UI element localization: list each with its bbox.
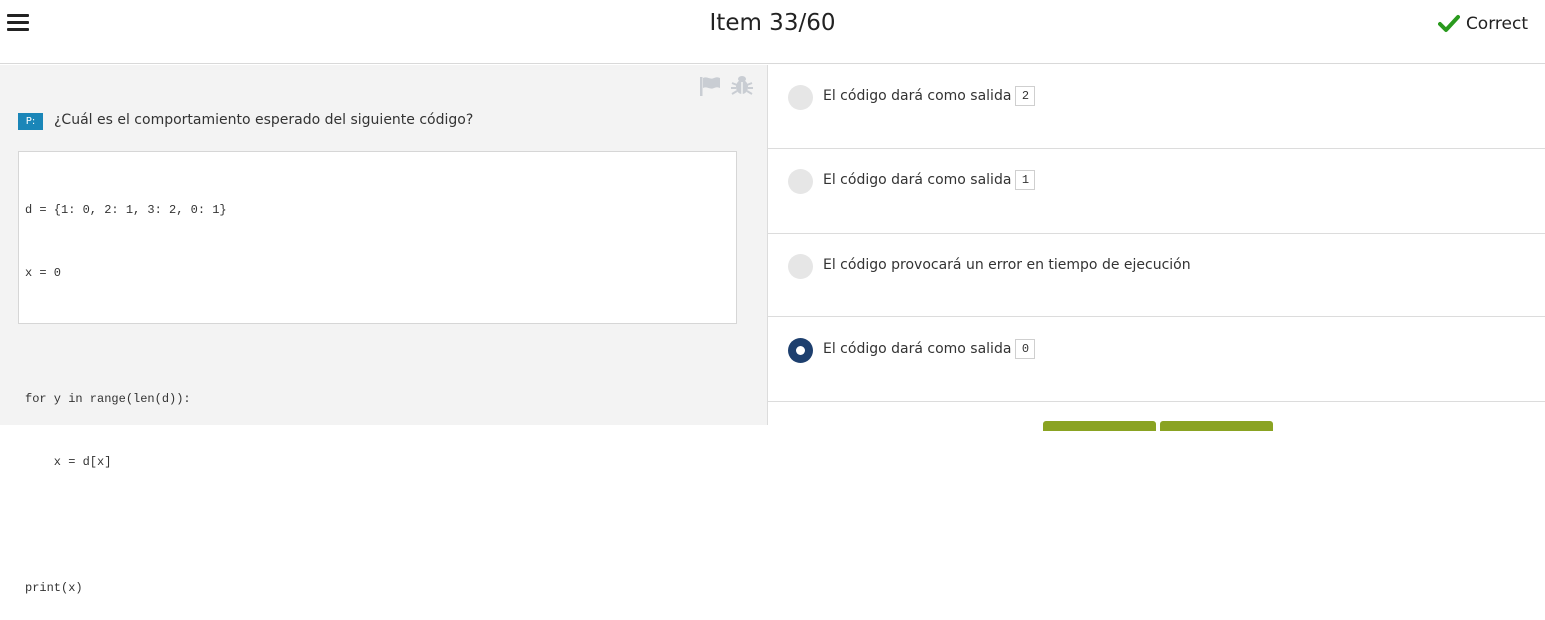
code-line: for y in range(len(d)):	[25, 392, 191, 406]
checkmark-icon	[1437, 15, 1460, 32]
code-value: 1	[1015, 170, 1036, 190]
action-button-2[interactable]	[1160, 421, 1273, 431]
code-block: d = {1: 0, 2: 1, 3: 2, 0: 1} x = 0 for y…	[18, 151, 737, 595]
question-badge: P:	[18, 113, 43, 130]
code-line: print(x)	[25, 581, 83, 595]
radio-button-selected[interactable]	[788, 338, 813, 363]
page-title: Item 33/60	[709, 10, 836, 36]
answer-options: El código dará como salida 2 El código d…	[768, 65, 1545, 425]
code-value: 0	[1015, 339, 1036, 359]
option-label: El código dará como salida 1	[823, 170, 1036, 190]
option-text: El código dará como salida	[823, 172, 1012, 188]
answer-option-2[interactable]: El código dará como salida 1	[768, 149, 1545, 234]
option-text: El código dará como salida	[823, 88, 1012, 104]
code-line: d = {1: 0, 2: 1, 3: 2, 0: 1}	[25, 203, 227, 217]
answer-option-4[interactable]: El código dará como salida 0	[768, 317, 1545, 402]
radio-button[interactable]	[788, 169, 813, 194]
code-line: x = 0	[25, 266, 62, 280]
option-label: El código dará como salida 0	[823, 339, 1036, 359]
status-label: Correct	[1465, 14, 1528, 34]
top-bar: Item 33/60 Correct	[0, 0, 1545, 64]
option-label: El código dará como salida 2	[823, 86, 1036, 106]
radio-button[interactable]	[788, 85, 813, 110]
flag-icon[interactable]	[699, 76, 721, 96]
action-button-1[interactable]	[1043, 421, 1156, 431]
option-text: El código dará como salida	[823, 341, 1012, 357]
answer-option-1[interactable]: El código dará como salida 2	[768, 65, 1545, 149]
bug-icon[interactable]	[731, 74, 753, 96]
question-text: ¿Cuál es el comportamiento esperado del …	[54, 112, 474, 128]
status-indicator: Correct	[1437, 12, 1528, 36]
answer-option-3[interactable]: El código provocará un error en tiempo d…	[768, 234, 1545, 317]
option-text: El código provocará un error en tiempo d…	[823, 257, 1191, 273]
code-value: 2	[1015, 86, 1036, 106]
option-label: El código provocará un error en tiempo d…	[823, 257, 1191, 273]
code-line: x = d[x]	[25, 455, 112, 469]
radio-button[interactable]	[788, 254, 813, 279]
